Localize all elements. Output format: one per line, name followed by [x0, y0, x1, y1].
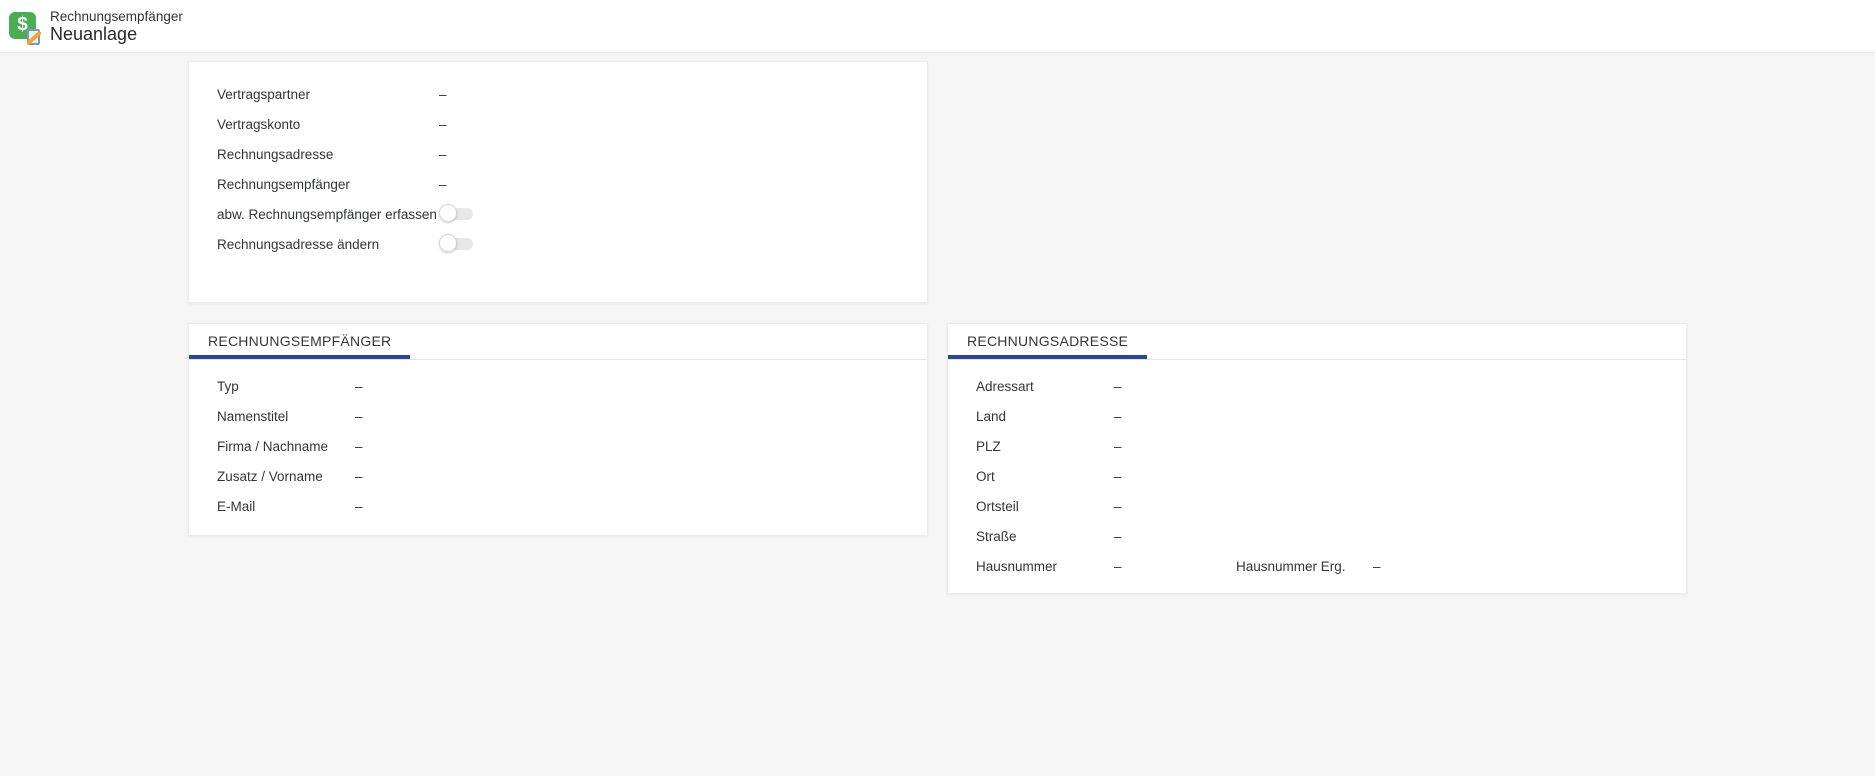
field-label: Namenstitel — [217, 409, 355, 424]
recipient-card-title: RECHNUNGSEMPFÄNGER — [189, 324, 410, 359]
field-row: Land– — [948, 401, 1686, 431]
header-titles: Rechnungsempfänger Neuanlage — [50, 9, 183, 44]
field-label: Vertragspartner — [217, 87, 439, 102]
field-value: – — [1114, 409, 1122, 424]
field-value: – — [1114, 469, 1122, 484]
invoice-fields: Rechnungsadresse–Rechnungsempfänger– — [189, 139, 927, 199]
field-label: Typ — [217, 379, 355, 394]
toggle-knob — [439, 204, 457, 222]
field-row: Vertragspartner– — [189, 79, 927, 109]
field-row: Adressart– — [948, 371, 1686, 401]
field-value: – — [355, 439, 363, 454]
field-label: E-Mail — [217, 499, 355, 514]
field-row: E-Mail– — [189, 491, 927, 521]
field-value: – — [439, 117, 447, 132]
field-value: – — [355, 379, 363, 394]
field-label: Rechnungsadresse — [217, 147, 439, 162]
field-row: Typ– — [189, 371, 927, 401]
field-row: PLZ– — [948, 431, 1686, 461]
field-label: Ort — [976, 469, 1114, 484]
field-label: Zusatz / Vorname — [217, 469, 355, 484]
field-label: Adressart — [976, 379, 1114, 394]
field-row: Hausnummer–Hausnummer Erg.– — [948, 551, 1686, 581]
field-label: Firma / Nachname — [217, 439, 355, 454]
toggle-row: Rechnungsadresse ändern — [189, 229, 927, 259]
recipient-card: RECHNUNGSEMPFÄNGER Typ–Namenstitel–Firma… — [188, 323, 928, 536]
field-row: Straße– — [948, 521, 1686, 551]
invoice-recipient-edit-icon: $ — [9, 11, 40, 42]
field-row: Rechnungsadresse– — [189, 139, 927, 169]
toggle-row: abw. Rechnungsempfänger erfassen — [189, 199, 927, 229]
field-row: Vertragskonto– — [189, 109, 927, 139]
field-label: Land — [976, 409, 1114, 424]
field-row: Rechnungsempfänger– — [189, 169, 927, 199]
field-value: – — [355, 469, 363, 484]
field-label: Ortsteil — [976, 499, 1114, 514]
recipient-card-tabstrip: RECHNUNGSEMPFÄNGER — [189, 324, 927, 360]
contract-fields: Vertragspartner–Vertragskonto– — [189, 79, 927, 139]
field-value: – — [439, 87, 447, 102]
field-row: Zusatz / Vorname– — [189, 461, 927, 491]
toggle-switch[interactable] — [439, 234, 473, 254]
app-title: Rechnungsempfänger — [50, 9, 183, 25]
toggle-label: Rechnungsadresse ändern — [217, 237, 439, 252]
toggle-switch[interactable] — [439, 204, 473, 224]
field-row: Firma / Nachname– — [189, 431, 927, 461]
field-label: Hausnummer Erg. — [1236, 559, 1373, 574]
field-label: Vertragskonto — [217, 117, 439, 132]
field-row: Namenstitel– — [189, 401, 927, 431]
app-header: $ Rechnungsempfänger Neuanlage — [0, 0, 1875, 53]
field-value: – — [1373, 559, 1381, 574]
field-value: – — [439, 177, 447, 192]
field-row: Ortsteil– — [948, 491, 1686, 521]
recipient-fields: Typ–Namenstitel–Firma / Nachname–Zusatz … — [189, 371, 927, 521]
field-value: – — [1114, 439, 1122, 454]
field-value: – — [1114, 499, 1122, 514]
field-value: – — [1114, 529, 1122, 544]
field-value: – — [355, 409, 363, 424]
field-row: Ort– — [948, 461, 1686, 491]
address-card-title: RECHNUNGSADRESSE — [948, 324, 1147, 359]
page-title: Neuanlage — [50, 25, 183, 44]
summary-card: Vertragspartner–Vertragskonto– Rechnungs… — [188, 61, 928, 303]
field-label: Rechnungsempfänger — [217, 177, 439, 192]
field-label: Hausnummer — [976, 559, 1114, 574]
address-card: RECHNUNGSADRESSE Adressart–Land–PLZ–Ort–… — [947, 323, 1687, 594]
field-value: – — [1114, 559, 1236, 574]
toggle-fields: abw. Rechnungsempfänger erfassen Rechnung… — [189, 199, 927, 259]
field-value: – — [439, 147, 447, 162]
field-value: – — [1114, 379, 1122, 394]
address-card-tabstrip: RECHNUNGSADRESSE — [948, 324, 1686, 360]
field-value: – — [355, 499, 363, 514]
field-label: PLZ — [976, 439, 1114, 454]
field-label: Straße — [976, 529, 1114, 544]
toggle-label: abw. Rechnungsempfänger erfassen — [217, 207, 439, 222]
address-fields: Adressart–Land–PLZ–Ort–Ortsteil–Straße–H… — [948, 371, 1686, 581]
toggle-knob — [439, 234, 457, 252]
